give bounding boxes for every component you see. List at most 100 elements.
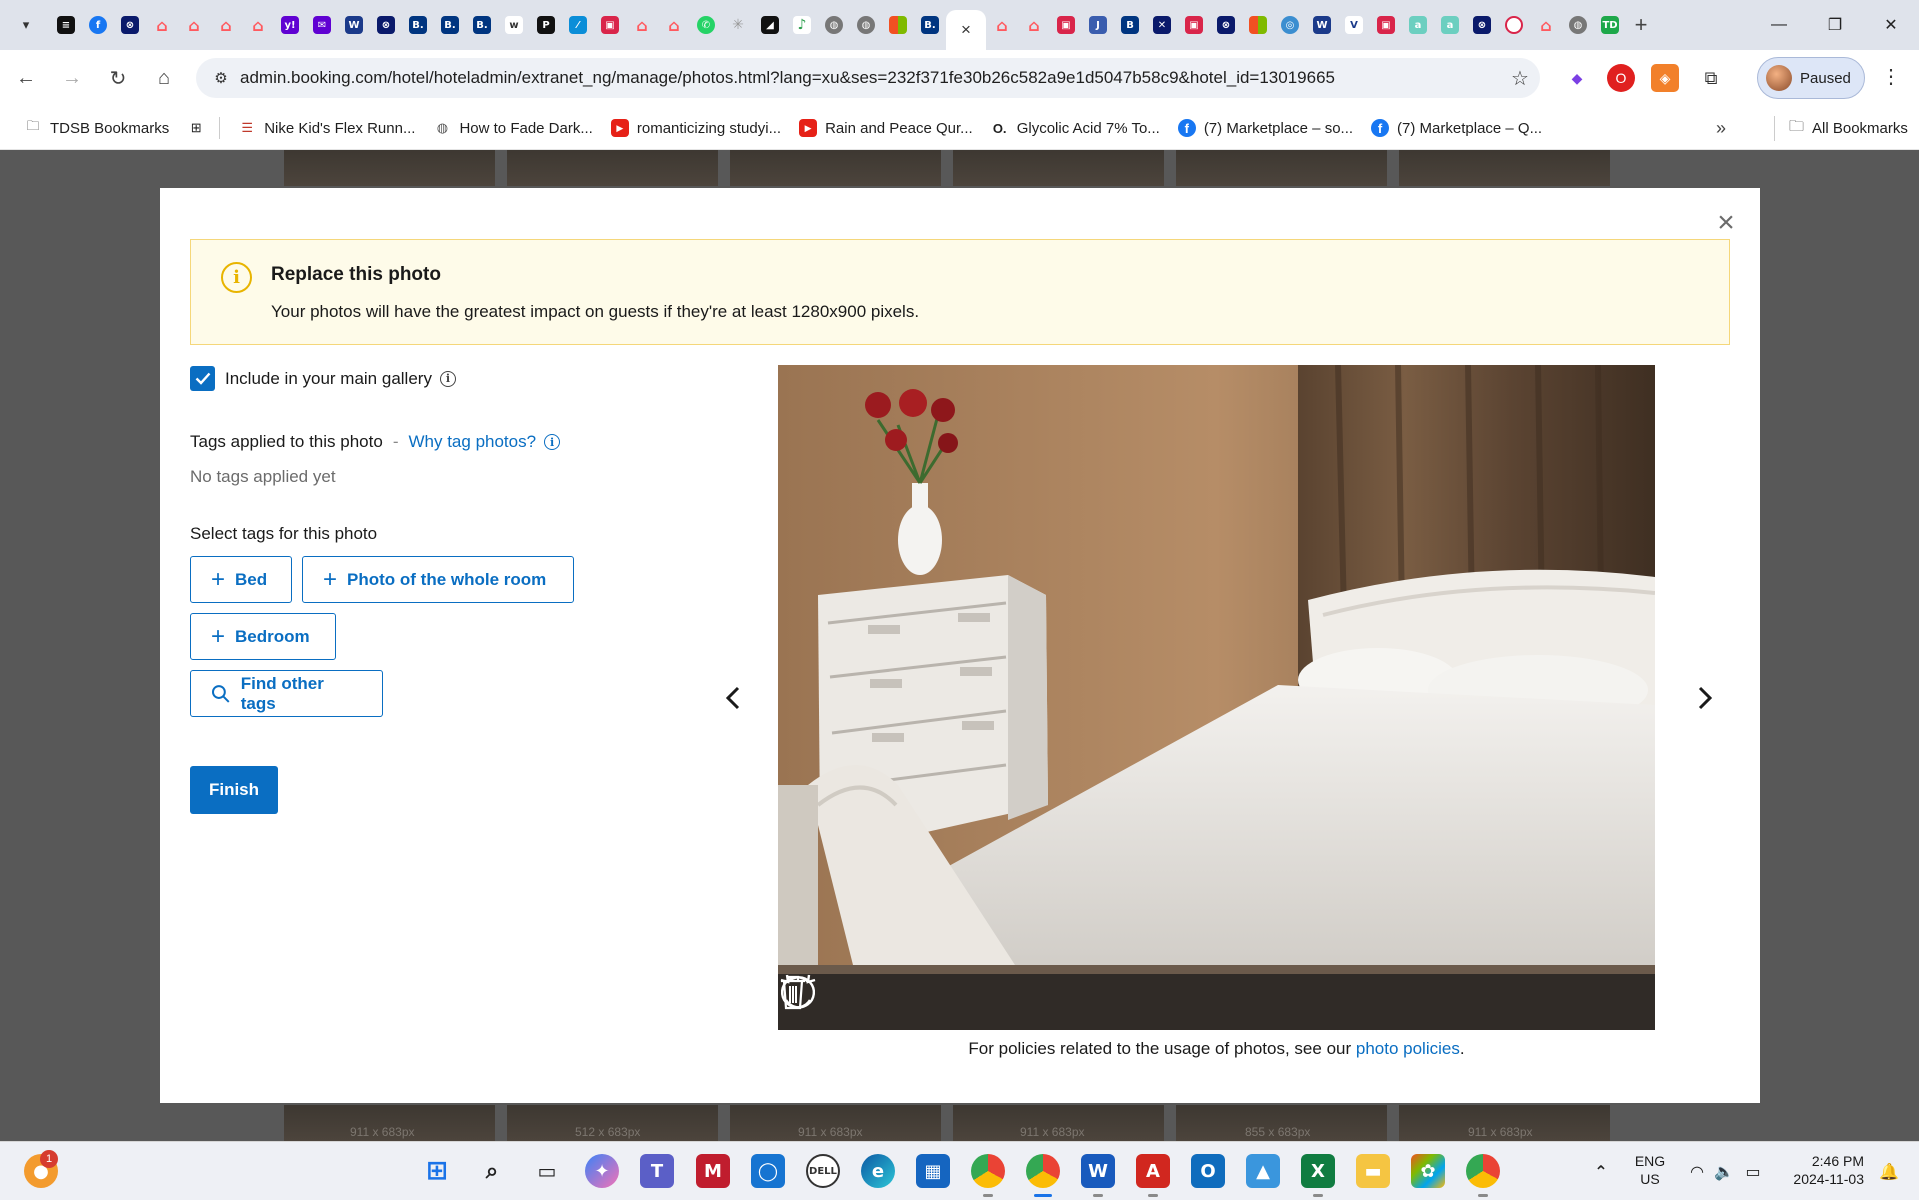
delete-photo-button[interactable] (781, 975, 1158, 1020)
edge-icon[interactable]: e (861, 1154, 895, 1188)
browser-tab[interactable]: w (498, 8, 530, 42)
extension-puzzle-purple-icon[interactable]: ◆ (1563, 64, 1591, 92)
browser-tab[interactable]: V (1338, 8, 1370, 42)
browser-tab[interactable]: f (82, 8, 114, 42)
new-tab-button[interactable]: + (1626, 12, 1656, 38)
browser-tab[interactable] (882, 8, 914, 42)
notifications-bell-icon[interactable]: 🔔 (1872, 1154, 1906, 1188)
browser-tab[interactable]: ⌂ (210, 8, 242, 42)
profile-button[interactable]: Paused (1757, 57, 1865, 99)
next-photo-button[interactable] (1690, 683, 1720, 713)
chrome-icon[interactable] (971, 1154, 1005, 1188)
browser-tab[interactable]: ✕ (1146, 8, 1178, 42)
bookmark-star-icon[interactable]: ☆ (1500, 66, 1540, 91)
browser-tab[interactable]: ◎ (1274, 8, 1306, 42)
browser-tab[interactable]: ⊗ (1210, 8, 1242, 42)
browser-tab[interactable]: ⁄ (562, 8, 594, 42)
browser-tab[interactable]: a (1434, 8, 1466, 42)
menu-kebab-icon[interactable]: ⋮ (1876, 64, 1906, 89)
browser-tab[interactable]: ▣ (1370, 8, 1402, 42)
language-indicator[interactable]: ENG US (1630, 1152, 1670, 1188)
store-icon[interactable]: ▦ (916, 1154, 950, 1188)
browser-tab[interactable]: ▣ (594, 8, 626, 42)
previous-photo-button[interactable] (718, 683, 748, 713)
info-icon[interactable]: i (439, 370, 456, 387)
browser-tab[interactable]: ⌂ (1530, 8, 1562, 42)
extension-icon[interactable]: ◈ (1651, 64, 1679, 92)
browser-tab[interactable]: B. (434, 8, 466, 42)
photo-policies-link[interactable]: photo policies (1356, 1039, 1460, 1058)
rotate-left-button[interactable] (780, 974, 1232, 1020)
browser-tab[interactable]: ⌂ (1018, 8, 1050, 42)
close-tab-icon[interactable]: × (961, 20, 971, 40)
tag-bedroom-button[interactable]: + Bedroom (190, 613, 336, 660)
bookmark-item[interactable]: ☰ Nike Kid's Flex Runn... (238, 119, 415, 137)
include-gallery-checkbox[interactable] (190, 366, 215, 391)
active-browser-tab[interactable]: × (946, 10, 986, 50)
excel-icon[interactable]: X (1301, 1154, 1335, 1188)
all-bookmarks-button[interactable]: 🗀 All Bookmarks (1774, 115, 1908, 141)
bookmark-item[interactable]: f (7) Marketplace – so... (1177, 119, 1353, 137)
browser-tab[interactable]: y! (274, 8, 306, 42)
browser-tab[interactable]: ⊗ (1466, 8, 1498, 42)
close-window-icon[interactable]: ✕ (1863, 0, 1919, 50)
browser-tab[interactable]: ◢ (754, 8, 786, 42)
browser-tab[interactable]: P (530, 8, 562, 42)
browser-tab[interactable]: ◍ (1562, 8, 1594, 42)
mcafee-icon[interactable]: M (696, 1154, 730, 1188)
browser-tab[interactable]: W (1306, 8, 1338, 42)
app-icon[interactable]: ◯ (751, 1154, 785, 1188)
browser-tab[interactable]: ◍ (818, 8, 850, 42)
opera-icon[interactable]: O (1607, 64, 1635, 92)
bookmark-item[interactable]: f (7) Marketplace – Q... (1371, 119, 1542, 137)
battery-icon[interactable]: ▭ (1736, 1154, 1770, 1188)
browser-tab[interactable]: ⊗ (114, 8, 146, 42)
bookmark-item[interactable]: ▶ Rain and Peace Qur... (799, 119, 973, 137)
word-icon[interactable]: W (1081, 1154, 1115, 1188)
browser-tab[interactable]: ⌂ (658, 8, 690, 42)
browser-tab[interactable]: ⌂ (178, 8, 210, 42)
site-info-icon[interactable]: ⚙ (202, 69, 240, 87)
windows-start-icon[interactable]: ⊞ (420, 1154, 454, 1188)
bookmark-item[interactable]: O. Glycolic Acid 7% To... (991, 119, 1160, 137)
task-view-icon[interactable]: ▭ (530, 1154, 564, 1188)
browser-tab[interactable]: ≡ (50, 8, 82, 42)
tag-whole-room-button[interactable]: + Photo of the whole room (302, 556, 574, 603)
app-grid-icon[interactable]: ✿ (1411, 1154, 1445, 1188)
browser-tab[interactable]: ⌂ (242, 8, 274, 42)
address-bar[interactable]: ⚙ admin.booking.com/hotel/hoteladmin/ext… (196, 58, 1540, 98)
file-explorer-icon[interactable]: ▬ (1356, 1154, 1390, 1188)
browser-tab[interactable] (1498, 8, 1530, 42)
browser-tab[interactable]: B. (466, 8, 498, 42)
reload-button[interactable]: ↻ (98, 59, 138, 99)
finish-button[interactable]: Finish (190, 766, 278, 814)
extensions-puzzle-icon[interactable]: ⧉ (1697, 64, 1725, 92)
apps-grid-button[interactable]: ⊞ (187, 119, 205, 137)
home-button[interactable]: ⌂ (144, 59, 184, 99)
browser-tab[interactable]: B. (914, 8, 946, 42)
browser-tab[interactable]: ✉ (306, 8, 338, 42)
bookmark-item[interactable]: ◍ How to Fade Dark... (433, 119, 593, 137)
forward-button[interactable]: → (52, 59, 92, 99)
browser-tab[interactable]: a (1402, 8, 1434, 42)
browser-tab[interactable]: ▣ (1178, 8, 1210, 42)
copilot-icon[interactable]: ✦ (585, 1154, 619, 1188)
browser-tab[interactable]: B (1114, 8, 1146, 42)
chevron-up-icon[interactable]: ⌃ (1584, 1154, 1618, 1188)
browser-tab[interactable]: ✳ (722, 8, 754, 42)
bookmark-item[interactable]: ▶ romanticizing studyi... (610, 119, 781, 137)
browser-tab[interactable]: W (338, 8, 370, 42)
back-button[interactable]: ← (6, 59, 46, 99)
bookmarks-overflow-icon[interactable]: » (1716, 118, 1726, 139)
browser-tab[interactable]: B. (402, 8, 434, 42)
browser-tab[interactable]: ⌂ (146, 8, 178, 42)
rotate-right-button[interactable] (780, 974, 1306, 1020)
teams-icon[interactable]: T (640, 1154, 674, 1188)
chrome-icon[interactable] (1466, 1154, 1500, 1188)
tag-bed-button[interactable]: + Bed (190, 556, 292, 603)
browser-tab[interactable]: ⌂ (626, 8, 658, 42)
find-other-tags-button[interactable]: Find other tags (190, 670, 383, 717)
search-icon[interactable]: ⌕ (475, 1154, 509, 1188)
close-icon[interactable]: × (1712, 208, 1740, 238)
outlook-icon[interactable]: O (1191, 1154, 1225, 1188)
